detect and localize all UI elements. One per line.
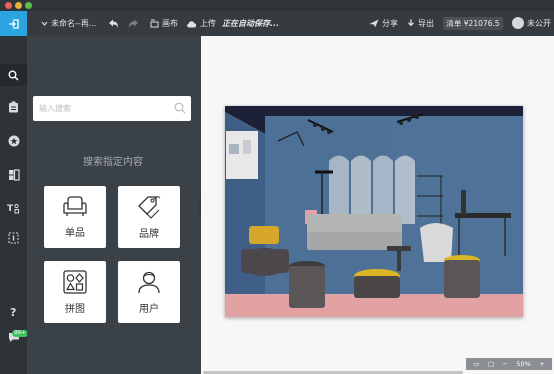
clipboard-tab[interactable]	[6, 99, 21, 114]
furniture-icon	[8, 168, 20, 181]
undo-icon	[109, 19, 118, 28]
search-icon[interactable]	[174, 102, 186, 114]
card-brand[interactable]: 品牌	[118, 186, 180, 248]
zoom-level: 50%	[516, 360, 531, 368]
export-button[interactable]: 导出	[407, 11, 434, 36]
share-icon	[369, 19, 379, 28]
app-window: 未命名--再... 画布 上传 正在自动保存... 分享 导出 清单 ¥2107…	[0, 0, 554, 374]
zoom-control: ▭ □ − 50% +	[466, 358, 552, 370]
avatar[interactable]	[512, 17, 524, 29]
redo-icon	[129, 19, 138, 28]
autosave-status: 正在自动保存...	[222, 19, 280, 28]
title-bar	[0, 0, 554, 11]
upload-label: 上传	[200, 19, 216, 28]
room-scene	[225, 106, 523, 317]
redo-button[interactable]	[128, 11, 139, 36]
undo-button[interactable]	[108, 11, 119, 36]
share-label: 分享	[382, 19, 398, 28]
text-style-tab[interactable]: T	[6, 201, 21, 216]
canvas-label: 画布	[162, 19, 178, 28]
search-panel: 搜索指定内容 单品 品牌 拼图 用户	[27, 36, 199, 374]
card-product-label: 单品	[65, 227, 85, 239]
svg-text:T: T	[7, 204, 14, 214]
top-toolbar: 未命名--再... 画布 上传 正在自动保存... 分享 导出 清单 ¥2107…	[0, 11, 554, 36]
design-canvas[interactable]	[201, 36, 554, 374]
share-button[interactable]: 分享	[369, 11, 398, 36]
search-tab[interactable]	[0, 64, 27, 86]
export-label: 导出	[418, 19, 434, 28]
fit-screen-icon[interactable]: ▭	[473, 360, 479, 368]
minimize-window-button[interactable]	[15, 2, 22, 9]
cloud-upload-icon	[187, 20, 197, 27]
upload-button[interactable]: 上传	[186, 11, 216, 36]
search-box	[33, 96, 191, 121]
favorites-tab[interactable]	[6, 133, 21, 148]
exit-button[interactable]	[0, 11, 27, 36]
armchair-icon	[63, 195, 87, 216]
star-icon	[8, 135, 19, 146]
file-name: 未命名--再...	[51, 19, 97, 28]
frame-icon[interactable]: □	[488, 360, 494, 368]
search-input[interactable]	[33, 96, 171, 121]
zoom-out-button[interactable]: −	[502, 360, 507, 368]
maximize-window-button[interactable]	[25, 2, 32, 9]
crop-tab[interactable]	[6, 230, 21, 245]
zoom-in-button[interactable]: +	[539, 360, 544, 368]
card-brand-label: 品牌	[139, 228, 159, 240]
search-icon	[8, 70, 19, 81]
left-icon-rail: T ? 99+	[0, 36, 28, 374]
card-product[interactable]: 单品	[44, 186, 106, 248]
download-icon	[408, 19, 414, 27]
canvas-button[interactable]: 画布	[150, 11, 178, 36]
furniture-tab[interactable]	[6, 167, 21, 182]
clipboard-icon	[9, 101, 18, 112]
card-user-label: 用户	[139, 303, 159, 315]
user-icon	[138, 271, 160, 293]
chat-badge: 99+	[12, 330, 28, 337]
exit-icon	[8, 18, 19, 29]
help-icon: ?	[10, 306, 16, 318]
card-user[interactable]: 用户	[118, 261, 180, 323]
price-list-button[interactable]: 清单 ¥21076.5	[443, 17, 503, 30]
card-collage[interactable]: 拼图	[44, 261, 106, 323]
file-menu[interactable]: 未命名--再...	[41, 11, 96, 36]
room-render-image[interactable]	[225, 106, 523, 317]
close-window-button[interactable]	[5, 2, 12, 9]
tag-icon	[138, 195, 161, 219]
help-tab[interactable]: ?	[6, 304, 21, 319]
chevron-down-icon	[41, 21, 48, 26]
svg-text:?: ?	[10, 306, 16, 318]
visibility-status[interactable]: 未公开	[527, 11, 551, 36]
shapes-icon	[63, 269, 87, 294]
canvas-icon	[150, 19, 159, 28]
crop-icon	[8, 232, 19, 243]
panel-heading: 搜索指定内容	[83, 157, 143, 168]
text-style-icon: T	[7, 203, 19, 214]
card-collage-label: 拼图	[65, 303, 85, 315]
